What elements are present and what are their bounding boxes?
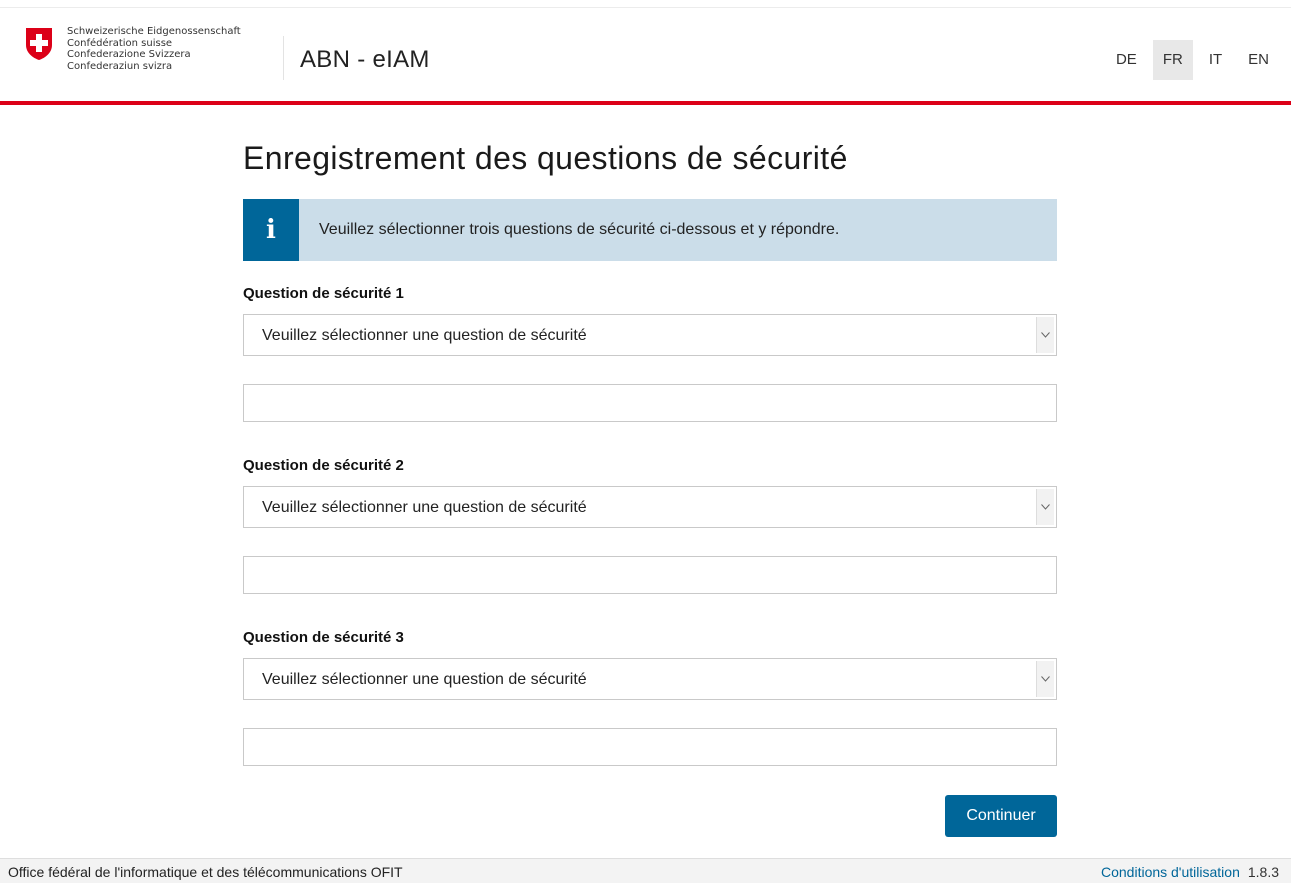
federal-name-it: Confederazione Svizzera [67,49,191,60]
main-content: Enregistrement des questions de sécurité… [243,130,1057,837]
question-1-selected-value: Veuillez sélectionner une question de sé… [262,327,587,344]
version-number: 1.8.3 [1247,864,1279,880]
question-1-answer-input[interactable] [243,384,1057,422]
header: Schweizerische Eidgenossenschaft Confédé… [0,0,1291,105]
question-3-selected-value: Veuillez sélectionner une question de sé… [262,671,587,688]
page: Schweizerische Eidgenossenschaft Confédé… [0,0,1291,883]
chevron-down-icon[interactable] [1036,661,1054,697]
question-1-select[interactable]: Veuillez sélectionner une question de sé… [243,314,1057,356]
question-2-label: Question de sécurité 2 [243,457,404,474]
question-1-label: Question de sécurité 1 [243,285,404,302]
header-top-border [0,0,1291,8]
question-3-label: Question de sécurité 3 [243,629,404,646]
question-2-answer-input[interactable] [243,556,1057,594]
footer-office: Office fédéral de l'informatique et des … [8,864,403,880]
question-3-answer-input[interactable] [243,728,1057,766]
federal-name-rm: Confederaziun svizra [67,60,173,72]
language-switcher: DE FR IT EN [1100,40,1279,80]
terms-of-use-link[interactable]: Conditions d'utilisation [1101,864,1240,880]
lang-de[interactable]: DE [1106,40,1147,80]
header-red-line [0,101,1291,105]
chevron-down-icon[interactable] [1036,317,1054,353]
info-text: Veuillez sélectionner trois questions de… [319,221,840,238]
question-2-select[interactable]: Veuillez sélectionner une question de sé… [243,486,1057,528]
chevron-down-icon[interactable] [1036,489,1054,525]
lang-it[interactable]: IT [1199,40,1232,80]
question-2-selected-value: Veuillez sélectionner une question de sé… [262,499,587,516]
app-title: ABN - eIAM [300,46,430,73]
page-title: Enregistrement des questions de sécurité [243,140,848,176]
lang-fr[interactable]: FR [1152,40,1193,80]
info-banner: i Veuillez sélectionner trois questions … [243,199,1057,261]
swiss-cross-icon [26,28,52,60]
question-3-select[interactable]: Veuillez sélectionner une question de sé… [243,658,1057,700]
footer-right: Conditions d'utilisation 1.8.3 [1101,864,1279,880]
federal-name-fr: Confédération suisse [67,37,173,49]
federal-logo[interactable]: Schweizerische Eidgenossenschaft Confédé… [24,26,241,72]
footer: Office fédéral de l'informatique et des … [0,858,1291,883]
federal-names: Schweizerische Eidgenossenschaft Confédé… [67,26,241,72]
header-divider [283,36,284,80]
info-icon-glyph: i [266,215,276,245]
federal-name-de: Schweizerische Eidgenossenschaft [67,26,241,37]
lang-en[interactable]: EN [1238,40,1279,80]
continue-button[interactable]: Continuer [945,795,1057,837]
info-icon: i [243,199,299,261]
